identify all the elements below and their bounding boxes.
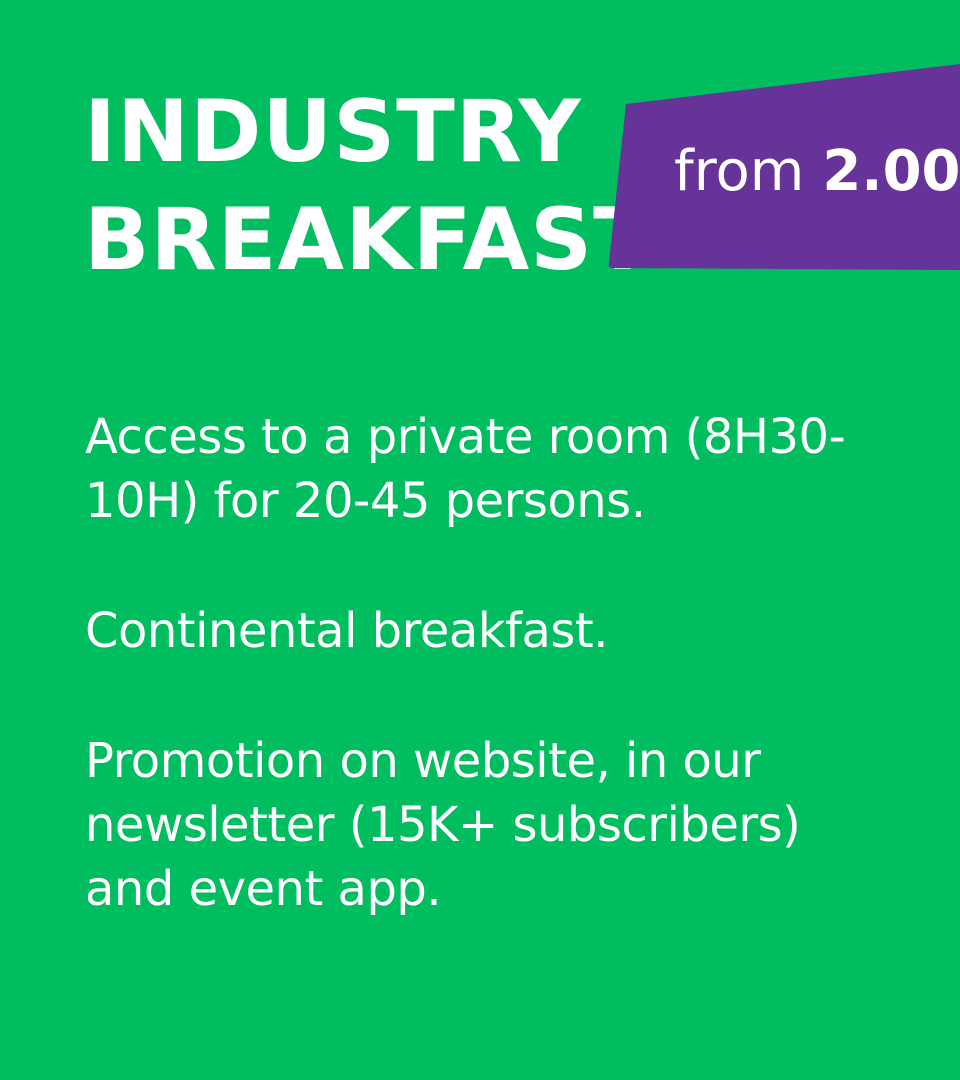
price-tag: from 2.000 [608,62,960,270]
feature-item: Promotion on website, in our newsletter … [85,733,801,917]
price-prefix: from [674,139,805,204]
page-title: INDUSTRY BREAKFAST [84,78,653,294]
feature-item: Continental breakfast. [85,603,608,659]
price-amount: 2.000 [822,139,960,204]
price-label: from 2.000 [674,138,960,206]
title-line-1: INDUSTRY [84,82,582,182]
feature-item: Access to a private room (8H30-10H) for … [85,409,846,529]
feature-list: Access to a private room (8H30-10H) for … [85,405,885,987]
page: { "heading": { "line1": "INDUSTRY", "lin… [0,0,960,1080]
title-line-2: BREAKFAST [84,190,653,290]
